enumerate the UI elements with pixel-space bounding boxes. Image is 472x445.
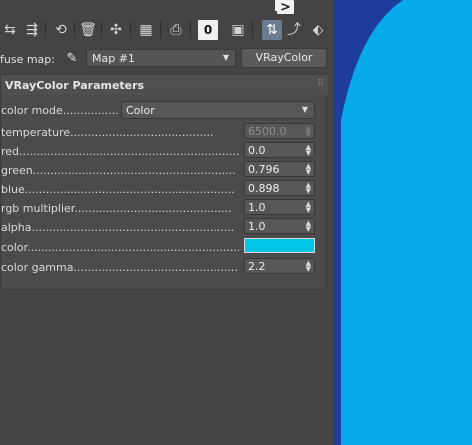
color-row: color...................................… [1,238,328,256]
temperature-spinner[interactable]: 6500.0 ▲ ▼ [244,123,315,139]
color-mode-label: color mode................ [1,104,119,117]
material-editor-panel: ⇆ ⇶ ⟲ 🗑 ✣ ▦ ⎙ 0 ▣ ⇅ ⤴ ⬖ > fuse map: ✎ Ma… [0,0,333,445]
alpha-row: alpha...................................… [1,218,328,236]
checker-background-icon[interactable]: ⬖ [308,20,328,40]
map-type-button[interactable]: VRayColor [241,48,327,68]
rgb-multiplier-label: rgb multiplier..........................… [1,202,232,215]
reset-map-icon[interactable]: ⟲ [51,20,71,40]
material-editor-toolbar: ⇆ ⇶ ⟲ 🗑 ✣ ▦ ⎙ 0 ▣ ⇅ ⤴ ⬖ > [0,0,333,42]
green-spinner[interactable]: 0.796 ▲ ▼ [244,161,315,177]
alpha-value: 1.0 [248,220,266,233]
chevron-down-icon: ▼ [301,105,308,114]
spinner-arrows-icon[interactable]: ▲ ▼ [306,220,311,233]
toolbar-separator [101,21,102,38]
rollout-header[interactable]: VRayColor Parameters ⠿ [1,75,328,95]
color-swatch[interactable] [244,238,315,253]
toolbar-separator [130,21,131,38]
green-label: green...................................… [1,164,236,177]
rgb-multiplier-value: 1.0 [248,201,266,214]
map-name-dropdown[interactable]: Map #1 ▼ [86,49,236,67]
toolbar-separator [160,21,161,38]
blue-value: 0.898 [248,182,280,195]
toolbar-separator [190,21,191,38]
nav-arrow-button[interactable]: > [277,0,294,15]
alpha-label: alpha...................................… [1,221,235,234]
map-name-value: Map #1 [92,52,135,65]
alpha-spinner[interactable]: 1.0 ▲ ▼ [244,218,315,234]
red-label: red.....................................… [1,145,239,158]
rgb-multiplier-spinner[interactable]: 1.0 ▲ ▼ [244,199,315,215]
temperature-row: temperature.............................… [1,123,328,141]
chevron-right-icon: > [280,0,291,15]
spinner-arrows-icon[interactable]: ▲ ▼ [306,260,311,273]
color-mode-dropdown[interactable]: Color ▼ [121,101,315,119]
spinner-arrows-icon[interactable]: ▲ ▼ [306,201,311,214]
green-value: 0.796 [248,163,280,176]
color-label: color...................................… [1,241,239,254]
preview-viewport[interactable] [333,0,472,445]
vraycolor-parameters-rollout: VRayColor Parameters ⠿ color mode.......… [0,74,328,290]
eyedropper-icon[interactable]: ✎ [64,50,80,66]
show-shaded-material-icon[interactable]: 0 [198,20,218,40]
toolbar-separator [74,21,75,38]
color-mode-value: Color [126,104,155,117]
spinner-arrows-icon[interactable]: ▲ ▼ [306,163,311,176]
blue-row: blue....................................… [1,180,328,198]
put-to-library-icon[interactable]: ▦ [136,20,156,40]
green-row: green...................................… [1,161,328,179]
chevron-down-icon: ▼ [222,53,229,62]
spinner-arrows-icon[interactable]: ▲ ▼ [306,144,311,157]
red-row: red.....................................… [1,142,328,160]
color-gamma-spinner[interactable]: 2.2 ▲ ▼ [244,258,315,274]
blue-label: blue....................................… [1,183,235,196]
red-spinner[interactable]: 0.0 ▲ ▼ [244,142,315,158]
diffuse-map-label: fuse map: [0,53,55,66]
assign-material-icon[interactable]: ⇶ [22,20,42,40]
temperature-label: temperature.............................… [1,126,214,139]
toolbar-separator [45,21,46,38]
color-mode-row: color mode................ Color ▼ [1,101,328,119]
go-to-parent-icon[interactable]: ⇅ [262,20,282,40]
red-value: 0.0 [248,144,266,157]
color-gamma-row: color gamma.............................… [1,258,328,276]
temperature-value: 6500.0 [248,125,287,138]
make-unique-icon[interactable]: ✣ [106,20,126,40]
diffuse-map-row: fuse map: ✎ Map #1 ▼ VRayColor [0,47,333,69]
color-gamma-label: color gamma.............................… [1,261,239,274]
toolbar-separator [252,21,253,38]
blue-spinner[interactable]: 0.898 ▲ ▼ [244,180,315,196]
color-gamma-value: 2.2 [248,260,266,273]
viewport-shape [333,0,403,445]
material-id-digit: 0 [203,23,213,37]
spinner-arrows-icon[interactable]: ▲ ▼ [306,125,311,138]
show-end-result-icon[interactable]: ▣ [228,20,248,40]
rgb-multiplier-row: rgb multiplier..........................… [1,199,328,217]
rollout-title: VRayColor Parameters [5,79,145,92]
grip-icon: ⠿ [317,79,324,89]
material-id-channel-icon[interactable]: ⎙ [166,20,186,40]
spinner-arrows-icon[interactable]: ▲ ▼ [306,182,311,195]
delete-icon[interactable]: 🗑 [78,20,98,40]
go-forward-to-sibling-icon[interactable]: ⤴ [284,20,304,40]
pick-material-icon[interactable]: ⇆ [0,20,20,40]
